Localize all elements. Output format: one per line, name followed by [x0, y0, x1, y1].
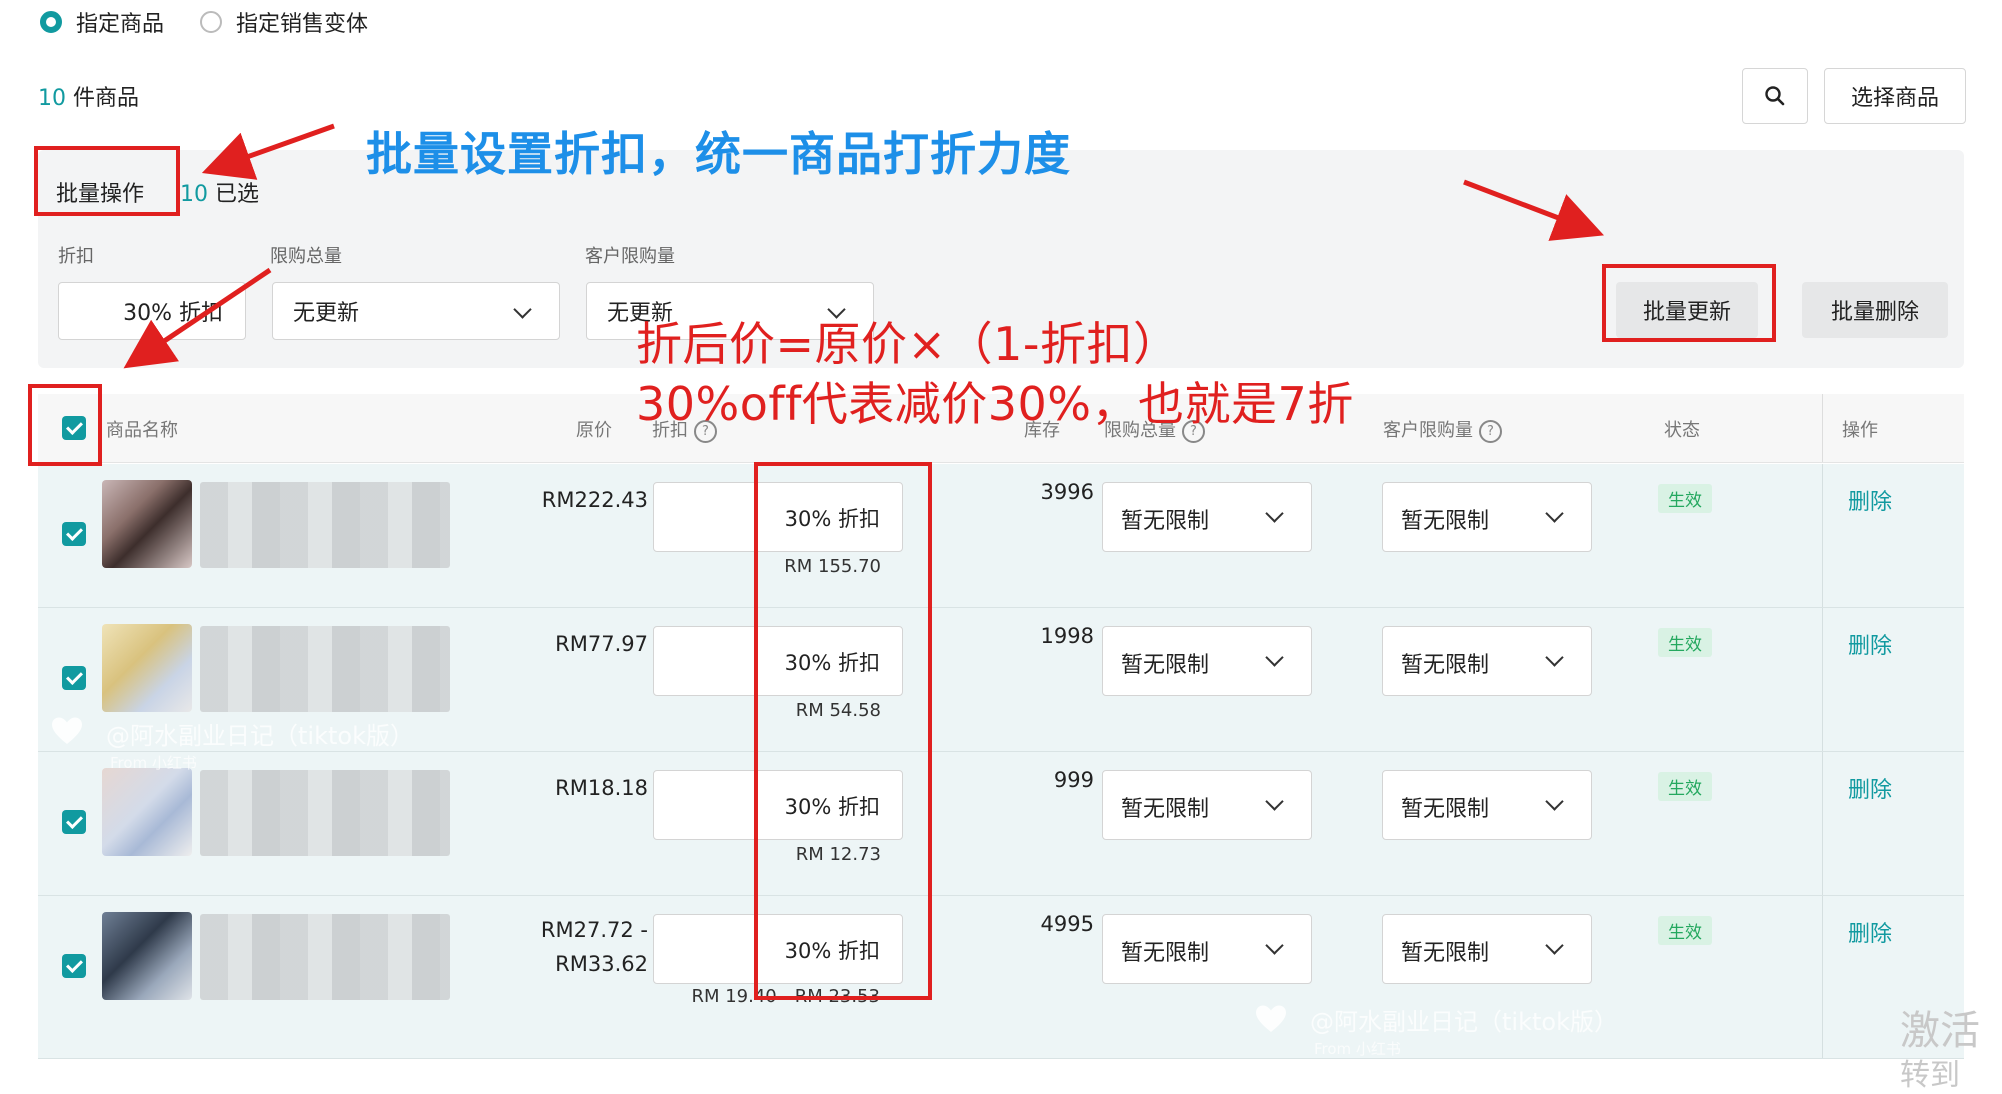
arrow-to-select-all	[123, 267, 272, 369]
arrow-to-batch-tab	[201, 123, 335, 180]
arrow-to-update-button	[1463, 179, 1605, 241]
annotation-arrows	[123, 123, 1605, 369]
